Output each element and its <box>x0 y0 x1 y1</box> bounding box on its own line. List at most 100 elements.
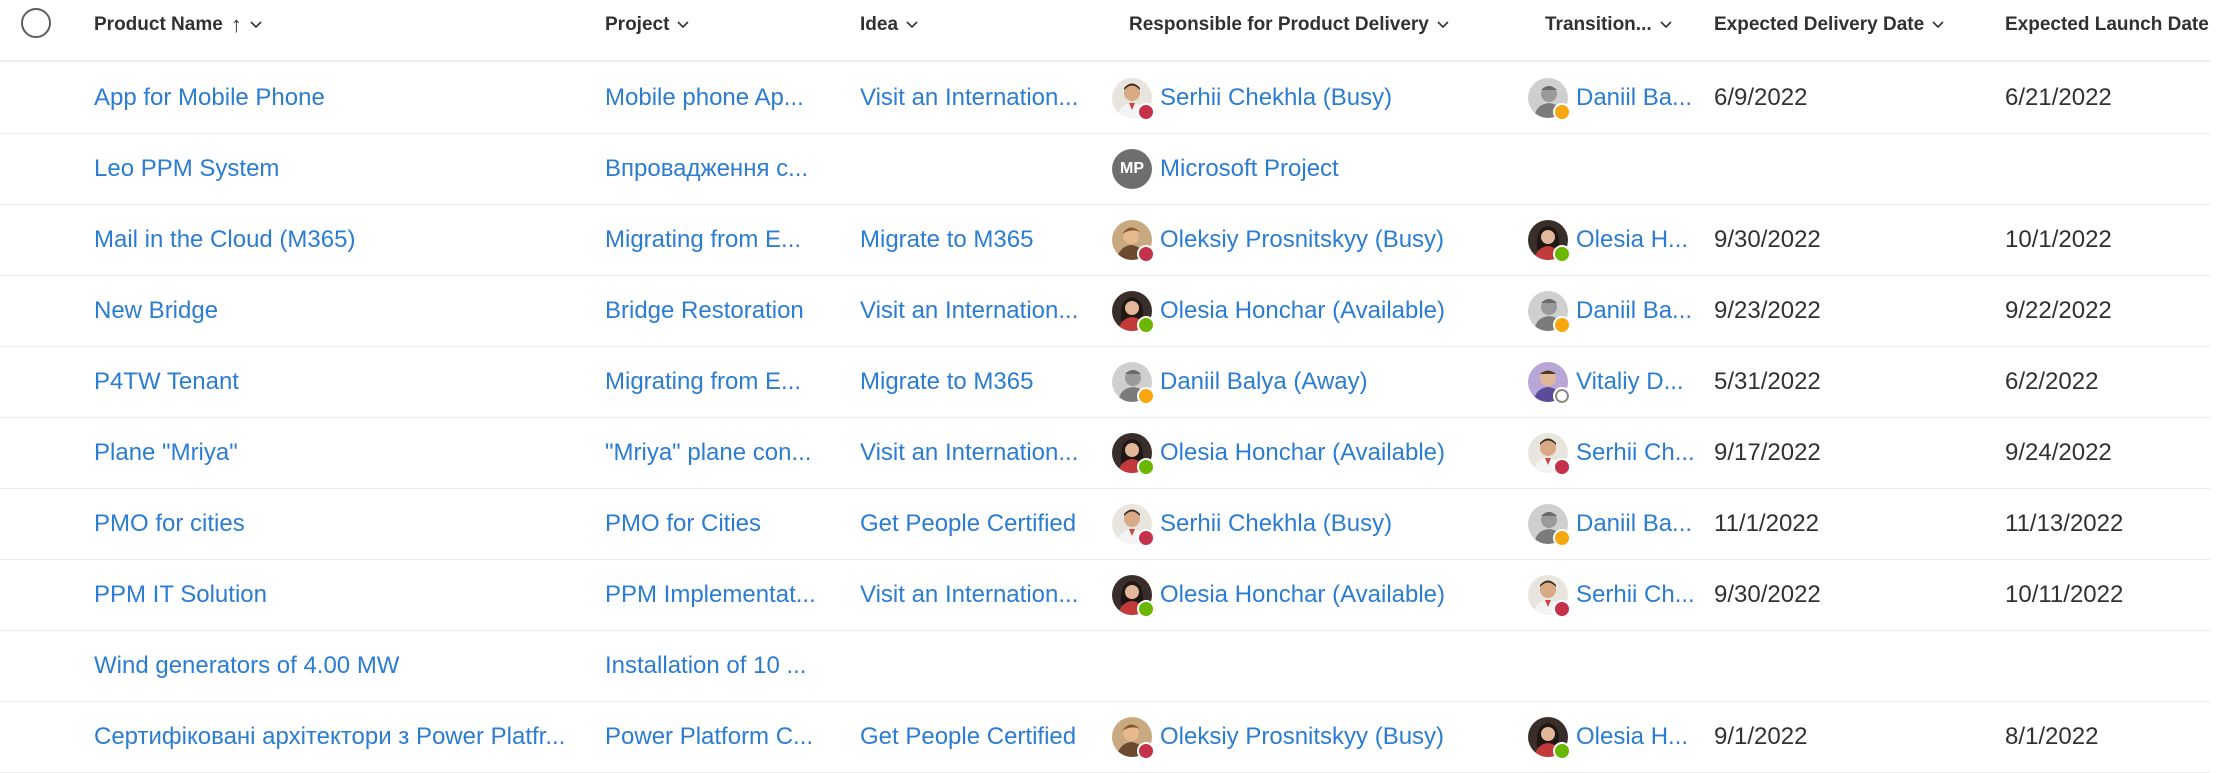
person-name[interactable]: Olesia Honchar (Available) <box>1160 297 1445 325</box>
avatar[interactable] <box>1528 433 1571 476</box>
avatar[interactable] <box>1112 504 1155 547</box>
responsible-person[interactable]: Olesia Honchar (Available) <box>1112 559 1445 630</box>
product-name-link[interactable]: PPM IT Solution <box>94 559 267 630</box>
project-link[interactable]: Bridge Restoration <box>605 275 804 346</box>
idea-link[interactable]: Migrate to M365 <box>860 346 1033 417</box>
project-link[interactable]: Migrating from E... <box>605 204 801 275</box>
responsible-person[interactable]: Oleksiy Prosnitskyy (Busy) <box>1112 204 1444 275</box>
avatar[interactable] <box>1528 575 1571 618</box>
idea-link[interactable]: Visit an Internation... <box>860 559 1078 630</box>
responsible-person[interactable]: Oleksiy Prosnitskyy (Busy) <box>1112 701 1444 772</box>
person-name[interactable]: Olesia H... <box>1576 226 1688 254</box>
column-header-project[interactable]: Project <box>605 0 691 50</box>
table-row[interactable]: PMO for cities PMO for Cities Get People C… <box>0 488 2210 560</box>
person-name[interactable]: Serhii Chekhla (Busy) <box>1160 84 1392 112</box>
product-name-link[interactable]: Plane "Mriya" <box>94 417 238 488</box>
transition-person[interactable]: Olesia H... <box>1528 204 1688 275</box>
table-row[interactable]: P4TW Tenant Migrating from E... Migrate to… <box>0 346 2210 418</box>
project-link[interactable]: PPM Implementat... <box>605 559 816 630</box>
avatar[interactable] <box>1528 717 1571 760</box>
person-name[interactable]: Daniil Ba... <box>1576 84 1692 112</box>
person-name[interactable]: Vitaliy D... <box>1576 368 1684 396</box>
idea-link[interactable]: Visit an Internation... <box>860 275 1078 346</box>
column-header-product-name[interactable]: Product Name ↑ <box>94 0 264 50</box>
transition-person[interactable]: Daniil Ba... <box>1528 488 1692 559</box>
table-row[interactable]: App for Mobile Phone Mobile phone Ap... Vi… <box>0 62 2210 134</box>
avatar[interactable] <box>1112 220 1155 263</box>
project-link[interactable]: Power Platform C... <box>605 701 813 772</box>
person-name[interactable]: Oleksiy Prosnitskyy (Busy) <box>1160 723 1444 751</box>
column-header-expected-launch[interactable]: Expected Launch Date <box>2005 0 2209 50</box>
column-header-responsible[interactable]: Responsible for Product Delivery <box>1129 0 1451 50</box>
project-link[interactable]: Migrating from E... <box>605 346 801 417</box>
person-name[interactable]: Daniil Ba... <box>1576 510 1692 538</box>
product-name-link[interactable]: New Bridge <box>94 275 218 346</box>
avatar-initials: MP <box>1112 148 1152 189</box>
responsible-person[interactable]: Olesia Honchar (Available) <box>1112 417 1445 488</box>
avatar[interactable] <box>1528 291 1571 334</box>
product-name-link[interactable]: Leo PPM System <box>94 133 279 204</box>
avatar[interactable] <box>1112 78 1155 121</box>
person-name[interactable]: Daniil Balya (Away) <box>1160 368 1368 396</box>
column-header-expected-delivery[interactable]: Expected Delivery Date <box>1714 0 1946 50</box>
column-header-transition-label: Transition... <box>1545 14 1652 35</box>
person-name[interactable]: Olesia H... <box>1576 723 1688 751</box>
idea-link[interactable]: Migrate to M365 <box>860 204 1033 275</box>
idea-link[interactable]: Visit an Internation... <box>860 417 1078 488</box>
avatar[interactable] <box>1528 220 1571 263</box>
person-name[interactable]: Microsoft Project <box>1160 155 1339 183</box>
person-name[interactable]: Serhii Ch... <box>1576 581 1695 609</box>
table-row[interactable]: Wind generators of 4.00 MW Installation o… <box>0 630 2210 702</box>
product-name-link[interactable]: P4TW Tenant <box>94 346 239 417</box>
column-header-idea[interactable]: Idea <box>860 0 920 50</box>
project-link[interactable]: Installation of 10 ... <box>605 630 806 701</box>
product-name-link[interactable]: Wind generators of 4.00 MW <box>94 630 399 701</box>
idea-link[interactable]: Get People Certified <box>860 488 1076 559</box>
transition-person[interactable]: Serhii Ch... <box>1528 559 1695 630</box>
avatar[interactable] <box>1112 717 1155 760</box>
avatar[interactable] <box>1528 504 1571 547</box>
transition-person[interactable]: Olesia H... <box>1528 701 1688 772</box>
person-name[interactable]: Oleksiy Prosnitskyy (Busy) <box>1160 226 1444 254</box>
person-name[interactable]: Olesia Honchar (Available) <box>1160 439 1445 467</box>
table-row[interactable]: Mail in the Cloud (M365) Migrating from E… <box>0 204 2210 276</box>
avatar[interactable] <box>1528 78 1571 121</box>
idea-link[interactable]: Get People Certified <box>860 701 1076 772</box>
project-link[interactable]: Впровадження с... <box>605 133 808 204</box>
product-name-link[interactable]: App for Mobile Phone <box>94 62 325 133</box>
transition-person[interactable]: Serhii Ch... <box>1528 417 1695 488</box>
avatar[interactable]: MP <box>1112 148 1152 189</box>
product-name-link[interactable]: Сертифіковані архітектори з Power Platfr… <box>94 701 565 772</box>
avatar[interactable] <box>1112 362 1155 405</box>
select-all-checkbox[interactable] <box>21 8 51 38</box>
person-name[interactable]: Serhii Chekhla (Busy) <box>1160 510 1392 538</box>
avatar[interactable] <box>1112 433 1155 476</box>
column-header-transition[interactable]: Transition... <box>1545 0 1674 50</box>
person-name[interactable]: Olesia Honchar (Available) <box>1160 581 1445 609</box>
avatar[interactable] <box>1528 362 1571 405</box>
table-row[interactable]: PPM IT Solution PPM Implementat... Visit a… <box>0 559 2210 631</box>
person-name[interactable]: Serhii Ch... <box>1576 439 1695 467</box>
expected-delivery-date: 9/17/2022 <box>1714 438 1821 466</box>
person-name[interactable]: Daniil Ba... <box>1576 297 1692 325</box>
project-link[interactable]: Mobile phone Ap... <box>605 62 804 133</box>
idea-link[interactable]: Visit an Internation... <box>860 62 1078 133</box>
responsible-person[interactable]: MP Microsoft Project <box>1112 133 1339 204</box>
transition-person[interactable]: Daniil Ba... <box>1528 62 1692 133</box>
responsible-person[interactable]: Serhii Chekhla (Busy) <box>1112 488 1392 559</box>
product-name-link[interactable]: PMO for cities <box>94 488 245 559</box>
avatar[interactable] <box>1112 575 1155 618</box>
avatar[interactable] <box>1112 291 1155 334</box>
responsible-person[interactable]: Daniil Balya (Away) <box>1112 346 1368 417</box>
project-link[interactable]: PMO for Cities <box>605 488 761 559</box>
table-row[interactable]: Сертифіковані архітектори з Power Platfr… <box>0 701 2210 773</box>
responsible-person[interactable]: Serhii Chekhla (Busy) <box>1112 62 1392 133</box>
project-link[interactable]: "Mriya" plane con... <box>605 417 811 488</box>
responsible-person[interactable]: Olesia Honchar (Available) <box>1112 275 1445 346</box>
table-row[interactable]: Leo PPM System Впровадження с... MP Microso… <box>0 133 2210 205</box>
product-name-link[interactable]: Mail in the Cloud (M365) <box>94 204 355 275</box>
table-row[interactable]: New Bridge Bridge Restoration Visit an Int… <box>0 275 2210 347</box>
table-row[interactable]: Plane "Mriya" "Mriya" plane con... Visit a… <box>0 417 2210 489</box>
transition-person[interactable]: Vitaliy D... <box>1528 346 1684 417</box>
transition-person[interactable]: Daniil Ba... <box>1528 275 1692 346</box>
